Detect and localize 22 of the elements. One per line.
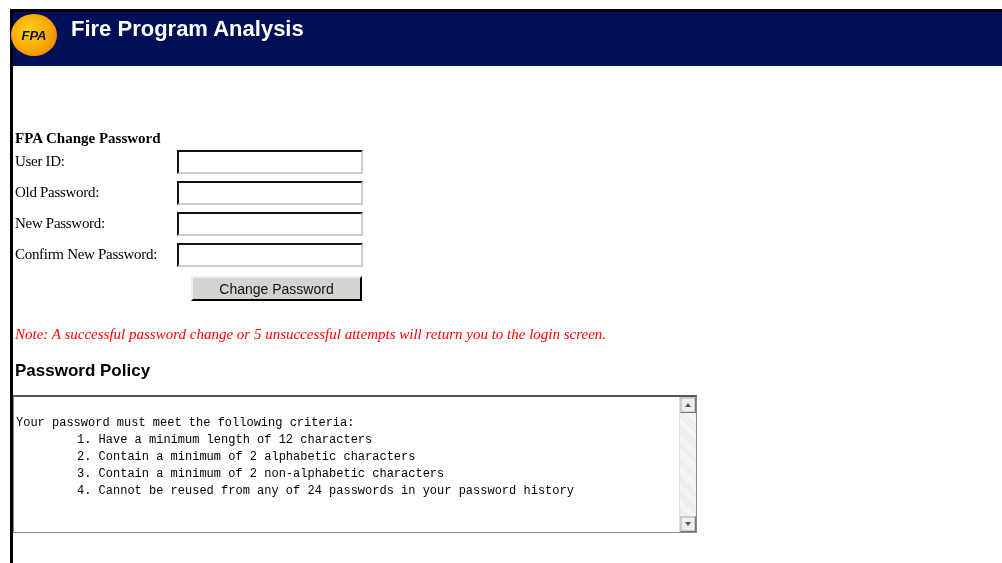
policy-item: 3. Contain a minimum of 2 non-alphabetic characters [77, 466, 445, 483]
logo: FPA [11, 14, 57, 56]
scroll-down-icon[interactable] [680, 516, 696, 532]
scroll-up-icon[interactable] [680, 397, 696, 413]
policy-text-area[interactable] [13, 395, 697, 533]
input-field[interactable] [177, 212, 363, 236]
input-field[interactable] [177, 181, 363, 205]
input-field[interactable] [177, 243, 363, 267]
section-heading: Password Policy [15, 361, 151, 381]
change-password-button[interactable]: Change Password [191, 276, 362, 301]
policy-item: 1. Have a minimum length of 12 characters [77, 432, 373, 449]
field-label: New Password: [15, 214, 106, 232]
policy-item: 4. Cannot be reused from any of 24 passwords in your password history [77, 483, 574, 500]
policy-item: 2. Contain a minimum of 2 alphabetic characters [77, 449, 416, 466]
note-text: Note: A successful password change or 5 unsuccessful attempts will return you to the login screen. [15, 326, 607, 343]
field-label: User ID: [15, 152, 66, 170]
app-title: Fire Program Analysis [71, 16, 304, 42]
input-field[interactable] [177, 150, 363, 174]
policy-intro: Your password must meet the following criteria: [16, 415, 355, 432]
field-label: Old Password: [15, 183, 101, 201]
form-title: FPA Change Password [15, 130, 161, 147]
field-label: Confirm New Password: [15, 245, 159, 263]
